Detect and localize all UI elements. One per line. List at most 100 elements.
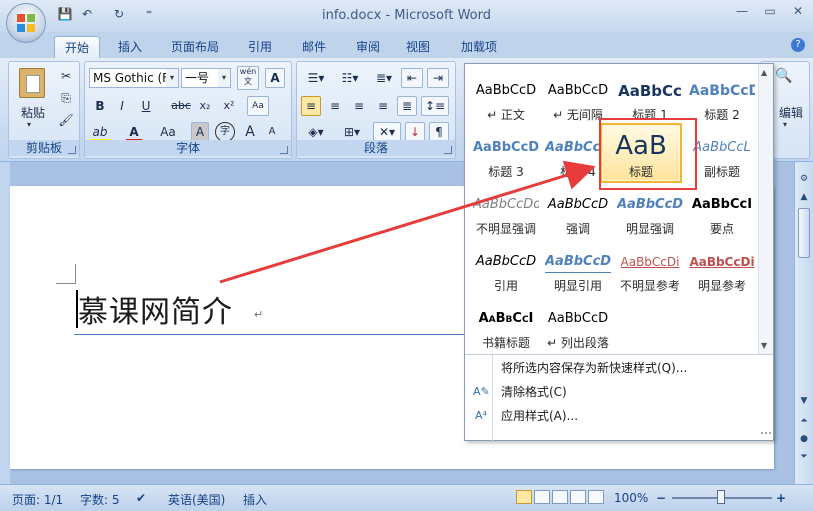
scroll-down-icon[interactable]: ▼ xyxy=(761,341,767,350)
paragraph-launcher-icon[interactable] xyxy=(444,146,452,154)
style-intense-quote[interactable]: AaBbCcD 明显引用 xyxy=(543,241,613,295)
style-subtle-reference[interactable]: AaBbCcDi 不明显参考 xyxy=(615,241,685,295)
outline-view-icon[interactable] xyxy=(570,490,586,504)
zoom-in-button[interactable]: + xyxy=(776,491,786,505)
style-no-spacing[interactable]: AaBbCcD ↵ 无间隔 xyxy=(543,70,613,124)
resize-grip-icon[interactable] xyxy=(761,432,771,438)
zoom-level[interactable]: 100% xyxy=(614,491,648,505)
tab-addins[interactable]: 加载项 xyxy=(450,36,508,58)
shrink-font-button[interactable]: A xyxy=(263,122,281,142)
style-heading-3[interactable]: AaBbCcDc 标题 3 xyxy=(471,127,541,181)
highlight-button[interactable]: ab xyxy=(89,122,111,142)
scroll-up-icon[interactable]: ▲ xyxy=(761,68,767,77)
document-heading[interactable]: 慕课网简介 xyxy=(78,287,233,331)
style-intense-emphasis[interactable]: AaBbCcD 明显强调 xyxy=(615,184,685,238)
print-layout-view-icon[interactable] xyxy=(516,490,532,504)
editing-dropdown-icon[interactable]: ▾ xyxy=(783,120,787,129)
distributed-icon[interactable]: ≣ xyxy=(397,96,417,116)
font-family-combo[interactable]: MS Gothic (F ▾ xyxy=(89,68,179,88)
chinese-layout-icon[interactable]: ✕▾ xyxy=(373,122,401,142)
paste-icon[interactable] xyxy=(19,68,45,98)
enclose-char-button[interactable]: 字 xyxy=(215,122,235,142)
tab-view[interactable]: 视图 xyxy=(396,36,440,58)
office-button[interactable] xyxy=(6,3,46,43)
next-page-icon[interactable]: ⏷ xyxy=(797,450,811,464)
cut-icon[interactable]: ✂ xyxy=(57,66,75,86)
spelling-check-icon[interactable]: ✔ xyxy=(136,491,146,505)
maximize-button[interactable]: ▭ xyxy=(757,4,783,22)
font-color-button[interactable]: A xyxy=(125,122,143,142)
zoom-out-button[interactable]: − xyxy=(656,491,666,505)
bold-button[interactable]: B xyxy=(91,96,109,116)
multilevel-list-icon[interactable]: ≣▾ xyxy=(369,68,399,88)
subscript-button[interactable]: x₂ xyxy=(195,96,215,116)
underline-button[interactable]: U xyxy=(137,96,155,116)
tab-mailings[interactable]: 邮件 xyxy=(292,36,336,58)
format-painter-icon[interactable]: 🖌 xyxy=(57,110,75,130)
style-quote[interactable]: AaBbCcD 引用 xyxy=(471,241,541,295)
chevron-down-icon[interactable]: ▾ xyxy=(166,69,178,87)
increase-indent-icon[interactable]: ⇥ xyxy=(427,68,449,88)
gallery-scrollbar[interactable]: ▲ ▼ xyxy=(758,64,773,354)
clipboard-launcher-icon[interactable] xyxy=(68,146,76,154)
clear-formatting-button[interactable]: Aa xyxy=(247,96,269,116)
previous-page-icon[interactable]: ⏶ xyxy=(797,414,811,428)
web-layout-view-icon[interactable] xyxy=(552,490,568,504)
apply-styles-menu-item[interactable]: A⁴ 应用样式(A)... xyxy=(465,404,773,428)
style-heading-2[interactable]: AaBbCcD 标题 2 xyxy=(687,70,757,124)
ruler-toggle-icon[interactable]: ⚙ xyxy=(797,172,811,186)
italic-button[interactable]: I xyxy=(113,96,131,116)
font-launcher-icon[interactable] xyxy=(280,146,288,154)
style-intense-reference[interactable]: AaBbCcDi 明显参考 xyxy=(687,241,757,295)
close-button[interactable]: ✕ xyxy=(785,4,811,22)
show-marks-icon[interactable]: ¶ xyxy=(429,122,449,142)
chevron-down-icon[interactable]: ▾ xyxy=(218,69,230,87)
decrease-indent-icon[interactable]: ⇤ xyxy=(401,68,423,88)
numbering-icon[interactable]: ☷▾ xyxy=(335,68,365,88)
justify-icon[interactable]: ≡ xyxy=(373,96,393,116)
help-icon[interactable]: ? xyxy=(791,38,805,52)
line-spacing-icon[interactable]: ↕≡ xyxy=(421,96,449,116)
draft-view-icon[interactable] xyxy=(588,490,604,504)
find-icon[interactable]: 🔍 xyxy=(775,68,792,84)
strikethrough-button[interactable]: abc xyxy=(169,96,193,116)
style-normal[interactable]: AaBbCcD ↵ 正文 xyxy=(471,70,541,124)
style-heading-1[interactable]: AaBbCc 标题 1 xyxy=(615,70,685,124)
tab-page-layout[interactable]: 页面布局 xyxy=(162,36,228,58)
page-count[interactable]: 页面: 1/1 xyxy=(12,491,63,508)
style-book-title[interactable]: AaBbCcI 书籍标题 xyxy=(471,298,541,352)
paste-dropdown-icon[interactable]: ▾ xyxy=(27,120,31,129)
zoom-slider-thumb[interactable] xyxy=(717,490,725,504)
align-right-icon[interactable]: ≡ xyxy=(349,96,369,116)
style-subtitle[interactable]: AaBbCcL 副标题 xyxy=(687,127,757,181)
scroll-up-icon[interactable]: ▲ xyxy=(797,190,811,204)
style-list-paragraph[interactable]: AaBbCcD ↵ 列出段落 xyxy=(543,298,613,352)
font-size-combo[interactable]: 一号 ▾ xyxy=(181,68,231,88)
tab-insert[interactable]: 插入 xyxy=(108,36,152,58)
minimize-button[interactable]: — xyxy=(729,4,755,22)
vertical-scrollbar[interactable]: ⚙ ▲ ▼ ⏶ ● ⏷ xyxy=(794,162,813,484)
style-strong[interactable]: AaBbCcI 要点 xyxy=(687,184,757,238)
phonetic-guide-button[interactable]: wén 文 xyxy=(237,66,259,90)
char-border-button[interactable]: A xyxy=(265,68,285,88)
char-shading-button[interactable]: A xyxy=(191,122,209,142)
editing-button[interactable]: 编辑 xyxy=(779,104,803,121)
borders-icon[interactable]: ⊞▾ xyxy=(337,122,367,142)
full-screen-reading-view-icon[interactable] xyxy=(534,490,550,504)
copy-icon[interactable]: ⎘ xyxy=(57,88,75,108)
align-left-icon[interactable]: ≡ xyxy=(301,96,321,116)
word-count[interactable]: 字数: 5 xyxy=(80,491,120,508)
shading-icon[interactable]: ◈▾ xyxy=(301,122,331,142)
change-case-button[interactable]: Aa xyxy=(157,122,179,142)
bullets-icon[interactable]: ☰▾ xyxy=(301,68,331,88)
insert-mode[interactable]: 插入 xyxy=(243,491,267,508)
language-indicator[interactable]: 英语(美国) xyxy=(168,491,225,508)
sort-icon[interactable]: ↓ xyxy=(405,122,425,142)
browse-object-icon[interactable]: ● xyxy=(797,432,811,446)
save-as-quick-style-menu-item[interactable]: 将所选内容保存为新快速样式(Q)... xyxy=(465,356,773,380)
superscript-button[interactable]: x² xyxy=(219,96,239,116)
tab-references[interactable]: 引用 xyxy=(238,36,282,58)
clear-formatting-menu-item[interactable]: A✎ 清除格式(C) xyxy=(465,380,773,404)
scroll-thumb[interactable] xyxy=(798,208,810,258)
tab-review[interactable]: 审阅 xyxy=(346,36,390,58)
